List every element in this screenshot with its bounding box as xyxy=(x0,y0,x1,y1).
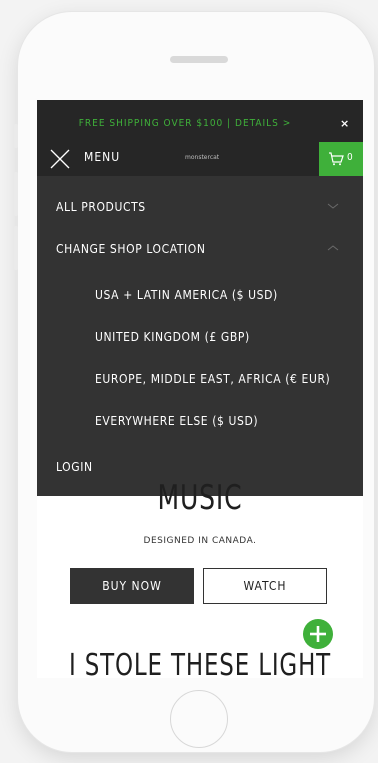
plus-icon xyxy=(310,626,326,642)
location-option-label: EVERYWHERE ELSE ($ USD) xyxy=(95,414,259,428)
menu-item-label: LOGIN xyxy=(56,460,93,474)
location-option[interactable]: USA + LATIN AMERICA ($ USD) xyxy=(37,284,363,308)
add-button[interactable] xyxy=(303,619,333,649)
close-x-icon[interactable] xyxy=(49,148,71,170)
menu-item-label: ALL PRODUCTS xyxy=(56,200,146,214)
location-option[interactable]: UNITED KINGDOM (£ GBP) xyxy=(37,326,363,350)
menu-item-change-location[interactable]: CHANGE SHOP LOCATION xyxy=(37,232,363,262)
menu-label[interactable]: MENU xyxy=(84,150,120,164)
site-header: MENU monstercat 0 xyxy=(37,142,363,176)
promo-bar: FREE SHIPPING OVER $100 | DETAILS > × xyxy=(37,100,363,142)
location-option-label: USA + LATIN AMERICA ($ USD) xyxy=(95,288,278,302)
menu-item-all-products[interactable]: ALL PRODUCTS xyxy=(37,176,363,218)
chevron-down-icon[interactable] xyxy=(327,202,339,210)
phone-volume-down xyxy=(14,226,18,270)
location-option-label: EUROPE, MIDDLE EAST, AFRICA (€ EUR) xyxy=(95,372,331,386)
phone-speaker xyxy=(170,56,228,63)
section-title: I STOLE THESE LIGHT xyxy=(68,648,332,678)
cart-button[interactable]: 0 xyxy=(319,142,363,176)
chevron-up-icon[interactable] xyxy=(327,244,339,252)
site-logo[interactable]: monstercat xyxy=(185,154,219,161)
hero-subtitle: DESIGNED IN CANADA. xyxy=(143,536,257,546)
menu-item-login[interactable]: LOGIN xyxy=(37,456,363,480)
cart-icon xyxy=(329,152,344,166)
phone-volume-up xyxy=(14,172,18,216)
phone-home-button xyxy=(170,690,228,748)
menu-panel: ALL PRODUCTS CHANGE SHOP LOCATION USA + … xyxy=(37,176,363,496)
location-option-label: UNITED KINGDOM (£ GBP) xyxy=(95,330,250,344)
phone-mute-switch xyxy=(14,124,18,148)
hero-title: MUSIC xyxy=(157,478,243,518)
location-option[interactable]: EUROPE, MIDDLE EAST, AFRICA (€ EUR) xyxy=(37,368,363,392)
promo-close-button[interactable]: × xyxy=(340,117,349,130)
watch-button[interactable]: WATCH xyxy=(203,568,327,604)
phone-screen: FREE SHIPPING OVER $100 | DETAILS > × ME… xyxy=(37,100,363,678)
buy-now-button[interactable]: BUY NOW xyxy=(70,568,194,604)
menu-item-label: CHANGE SHOP LOCATION xyxy=(56,242,206,256)
promo-shipping-link[interactable]: FREE SHIPPING OVER $100 | DETAILS > xyxy=(37,118,333,129)
location-option[interactable]: EVERYWHERE ELSE ($ USD) xyxy=(37,410,363,434)
cart-count: 0 xyxy=(347,152,353,163)
